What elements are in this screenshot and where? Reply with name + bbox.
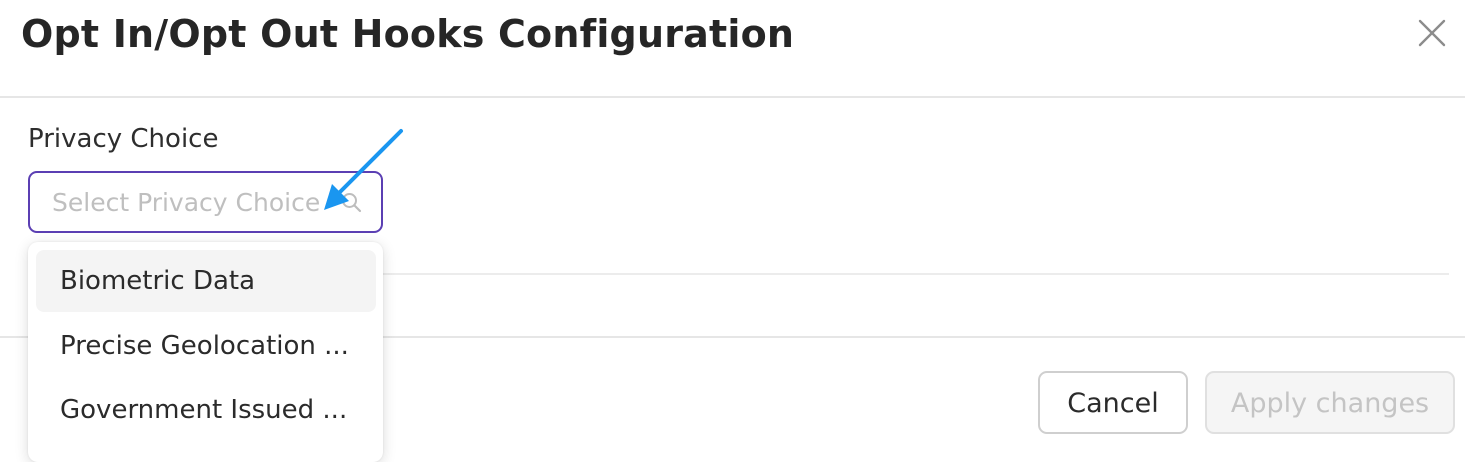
option-biometric-data[interactable]: Biometric Data — [36, 250, 376, 312]
privacy-choice-select[interactable] — [28, 171, 383, 233]
apply-changes-button[interactable]: Apply changes — [1205, 371, 1455, 434]
privacy-choice-label: Privacy Choice — [28, 124, 219, 154]
section-divider — [383, 273, 1449, 275]
header-divider — [0, 96, 1465, 98]
privacy-choice-search-input[interactable] — [30, 173, 352, 231]
option-government-issued[interactable]: Government Issued ... — [36, 379, 376, 441]
modal-title: Opt In/Opt Out Hooks Configuration — [21, 12, 795, 56]
search-icon — [342, 193, 362, 213]
privacy-choice-dropdown: Biometric Data Precise Geolocation ... G… — [28, 242, 383, 462]
close-x-icon — [1418, 19, 1446, 47]
option-precise-geolocation[interactable]: Precise Geolocation ... — [36, 315, 376, 377]
cancel-button[interactable]: Cancel — [1038, 371, 1188, 434]
hooks-configuration-modal: Opt In/Opt Out Hooks Configuration Priva… — [0, 0, 1465, 462]
close-button[interactable] — [1414, 17, 1450, 49]
